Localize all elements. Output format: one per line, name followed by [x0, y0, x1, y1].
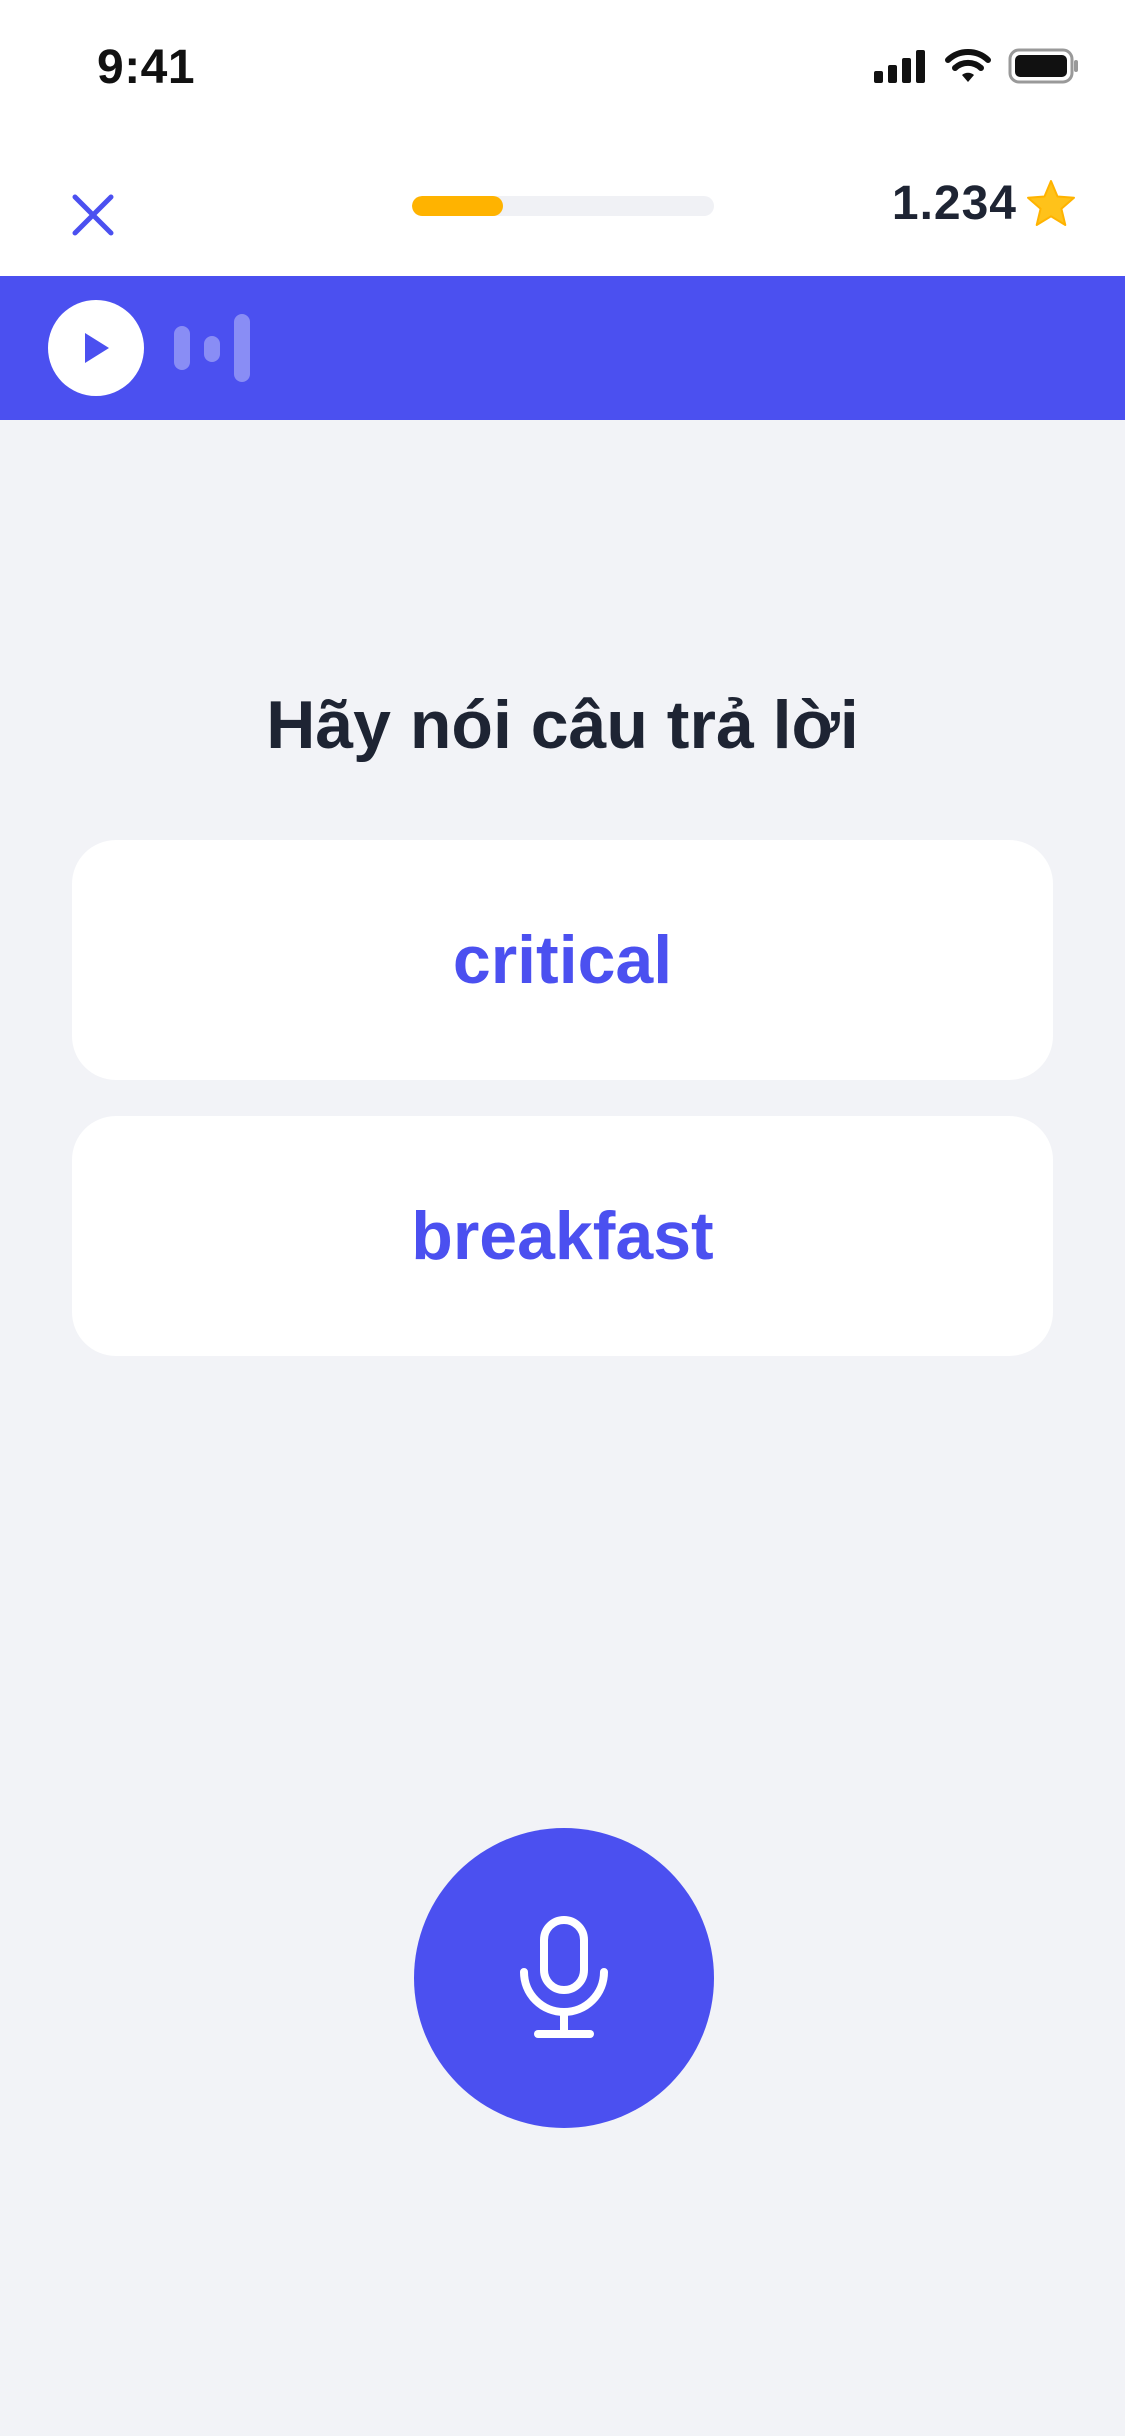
score-counter: 1.234 — [892, 176, 1077, 231]
play-audio-button[interactable] — [48, 300, 144, 396]
star-icon — [1027, 179, 1075, 226]
sound-wave-icon — [174, 308, 254, 388]
close-icon — [72, 194, 114, 236]
lesson-header: 1.234 — [0, 140, 1125, 276]
play-icon — [85, 333, 109, 363]
audio-player-bar — [0, 276, 1125, 420]
status-icons — [874, 48, 1080, 84]
status-time: 9:41 — [97, 41, 196, 94]
question-prompt: Hãy nói câu trả lời — [266, 687, 859, 763]
answer-option-breakfast[interactable]: breakfast — [72, 1116, 1053, 1356]
status-bar: 9:41 — [0, 0, 1125, 140]
battery-icon — [1008, 48, 1078, 84]
speaking-exercise-screen: 9:41 1.234 Hãy nói câu trả lời critical … — [0, 0, 1125, 2436]
microphone-icon — [520, 1916, 608, 2038]
close-button[interactable] — [60, 182, 126, 248]
answer-option-label: breakfast — [411, 1198, 714, 1274]
answer-option-label: critical — [452, 922, 673, 998]
score-value: 1.234 — [891, 177, 1017, 230]
wifi-icon — [945, 49, 991, 82]
answer-option-critical[interactable]: critical — [72, 840, 1053, 1080]
signal-icon — [874, 50, 925, 83]
microphone-button[interactable] — [414, 1828, 714, 2128]
lesson-progress-fill — [412, 196, 503, 216]
lesson-progress-bar — [412, 196, 714, 216]
